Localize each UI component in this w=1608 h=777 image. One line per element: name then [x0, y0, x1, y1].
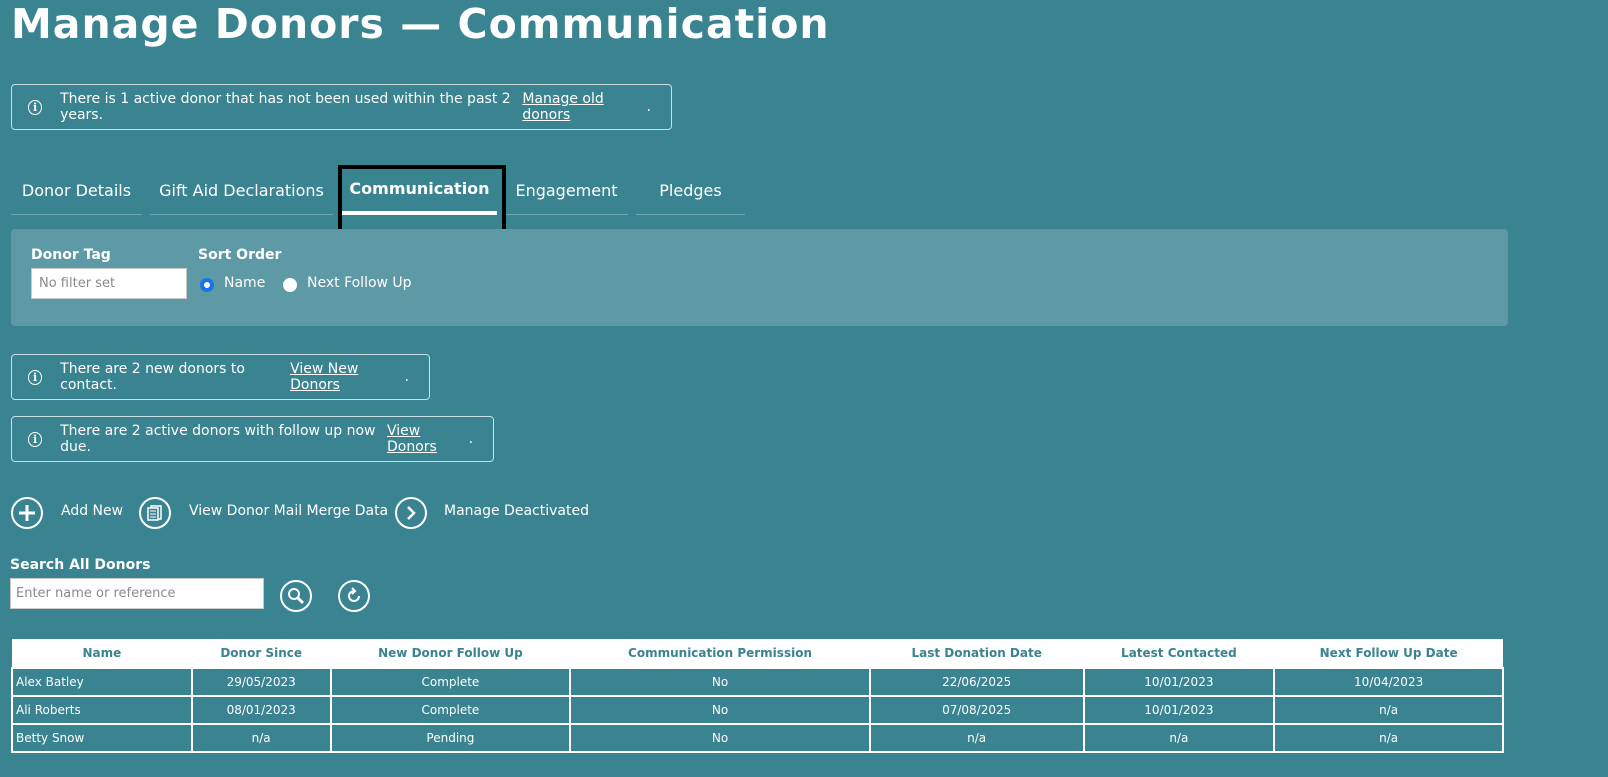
info-icon: i — [28, 431, 43, 447]
manage-deactivated-button[interactable]: Manage Deactivated — [444, 503, 589, 519]
sort-next-follow-up-label[interactable]: Next Follow Up — [307, 275, 412, 291]
column-header[interactable]: Donor Since — [191, 639, 331, 668]
table-cell: No — [569, 667, 871, 697]
tab-pledges[interactable]: Pledges — [636, 166, 745, 215]
table-cell: n/a — [1273, 723, 1504, 753]
tab-engagement[interactable]: Engagement — [505, 166, 628, 215]
donor-name-cell[interactable]: Alex Batley — [11, 667, 193, 697]
info-icon: i — [28, 99, 43, 115]
notice-text: There is 1 active donor that has not bee… — [60, 91, 511, 123]
donor-name-cell[interactable]: Betty Snow — [11, 723, 193, 753]
sort-name-radio[interactable] — [200, 278, 214, 292]
sort-name-label[interactable]: Name — [224, 275, 265, 291]
page-title: Manage Donors — Communication — [11, 0, 830, 48]
search-icon[interactable] — [280, 580, 312, 612]
table-cell: 07/08/2025 — [868, 695, 1085, 725]
search-label: Search All Donors — [10, 557, 151, 573]
add-new-button[interactable]: Add New — [61, 503, 123, 519]
sort-order-label: Sort Order — [198, 247, 282, 263]
focus-outline — [338, 165, 506, 235]
column-header[interactable]: Next Follow Up Date — [1274, 639, 1503, 668]
notice-text: There are 2 active donors with follow up… — [60, 423, 376, 455]
view-donors-link[interactable]: View Donors — [387, 423, 469, 455]
search-input[interactable]: Enter name or reference — [10, 578, 264, 609]
tab-donor-details[interactable]: Donor Details — [11, 166, 142, 215]
new-donors-notice: i There are 2 new donors to contact. Vie… — [11, 354, 430, 400]
table-cell: 08/01/2023 — [190, 695, 332, 725]
table-cell: 29/05/2023 — [190, 667, 332, 697]
table-cell: 10/01/2023 — [1082, 667, 1276, 697]
table-cell: Pending — [329, 723, 572, 753]
add-icon[interactable] — [11, 497, 43, 529]
view-new-donors-link[interactable]: View New Donors — [290, 361, 404, 393]
column-header[interactable]: Latest Contacted — [1083, 639, 1275, 668]
table-cell: n/a — [868, 723, 1085, 753]
table-cell: 10/01/2023 — [1082, 695, 1276, 725]
chevron-right-icon[interactable] — [395, 497, 427, 529]
table-cell: Complete — [329, 695, 572, 725]
donor-name-cell[interactable]: Ali Roberts — [11, 695, 193, 725]
table-row[interactable]: Alex Batley 29/05/2023 Complete No 22/06… — [11, 667, 1504, 697]
table-cell: n/a — [1082, 723, 1276, 753]
manage-old-donors-link[interactable]: Manage old donors — [522, 91, 646, 123]
donor-tag-input[interactable]: No filter set — [31, 268, 187, 299]
filter-panel: Donor Tag No filter set Sort Order Name … — [11, 229, 1508, 326]
refresh-icon[interactable] — [338, 580, 370, 612]
old-donors-notice: i There is 1 active donor that has not b… — [11, 84, 672, 130]
table-cell: n/a — [190, 723, 332, 753]
table-cell: 22/06/2025 — [868, 667, 1085, 697]
column-header[interactable]: New Donor Follow Up — [330, 639, 571, 668]
donors-table: Name Donor Since New Donor Follow Up Com… — [11, 639, 1504, 753]
donor-tag-label: Donor Tag — [31, 247, 111, 263]
table-cell: n/a — [1273, 695, 1504, 725]
table-row[interactable]: Ali Roberts 08/01/2023 Complete No 07/08… — [11, 695, 1504, 725]
table-row[interactable]: Betty Snow n/a Pending No n/a n/a n/a — [11, 723, 1504, 753]
column-header[interactable]: Name — [12, 639, 192, 668]
mail-merge-button[interactable]: View Donor Mail Merge Data — [189, 503, 388, 519]
document-icon[interactable] — [139, 497, 171, 529]
tab-gift-aid-declarations[interactable]: Gift Aid Declarations — [150, 166, 333, 215]
column-header[interactable]: Communication Permission — [570, 639, 870, 668]
notice-text: There are 2 new donors to contact. — [60, 361, 245, 393]
sort-next-follow-up-radio[interactable] — [283, 278, 297, 292]
column-header[interactable]: Last Donation Date — [869, 639, 1084, 668]
table-cell: Complete — [329, 667, 572, 697]
table-cell: 10/04/2023 — [1273, 667, 1504, 697]
info-icon: i — [28, 369, 43, 385]
table-cell: No — [569, 695, 871, 725]
table-header-row: Name Donor Since New Donor Follow Up Com… — [12, 639, 1503, 668]
table-cell: No — [569, 723, 871, 753]
follow-up-notice: i There are 2 active donors with follow … — [11, 416, 494, 462]
